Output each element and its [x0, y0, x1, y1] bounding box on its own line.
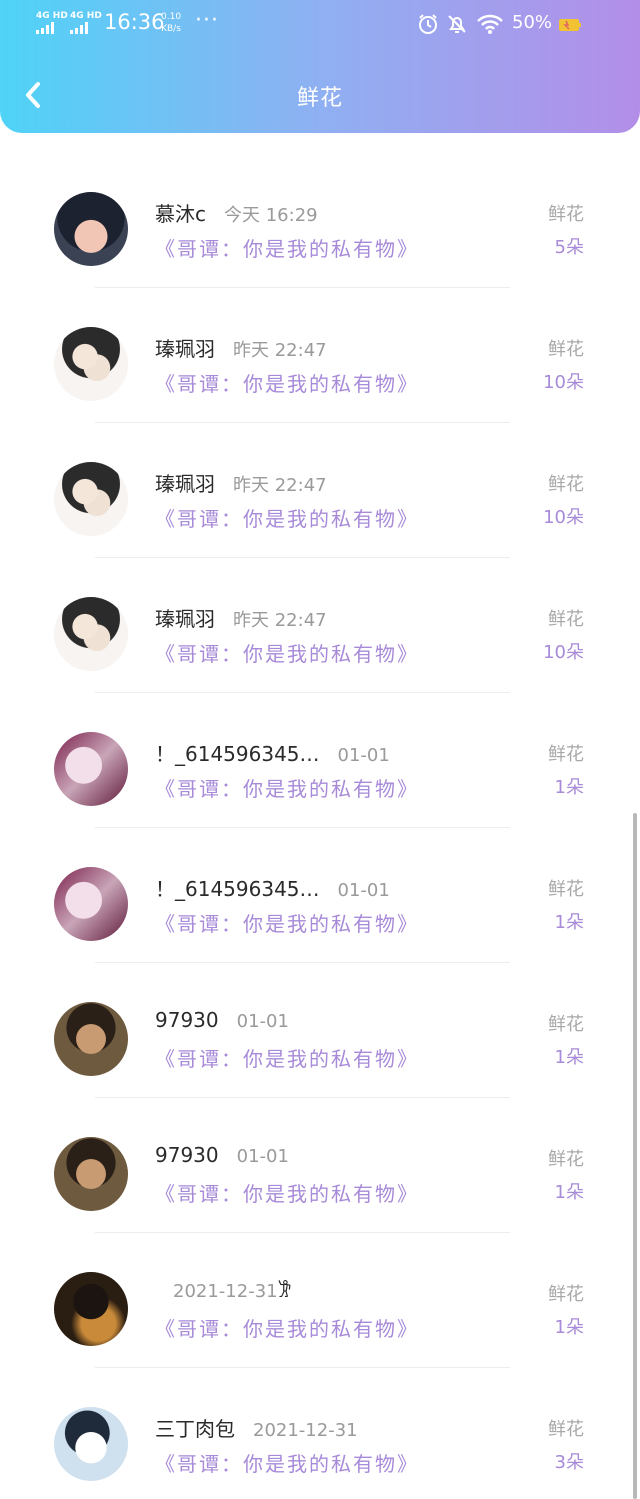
sender-name: 97930 — [155, 1143, 219, 1167]
gift-time: 昨天 22:47 — [233, 610, 327, 631]
network-speed-unit: KB/s — [161, 24, 181, 34]
gift-type: 鲜花 — [548, 1419, 584, 1440]
gift-record-list: 慕沐c 今天 16:29 《哥谭：你是我的私有物》 鲜花 5朵 瑧珮羽 昨天 22:… — [0, 153, 640, 1499]
status-bar: 4G HD 4G HD 16:36 0.10 KB/s ··· 50% — [0, 0, 640, 48]
sender-line: 三丁肉包 2021-12-31 — [155, 1413, 358, 1442]
signal-icon — [36, 22, 54, 34]
sender-name: 瑧珮羽 — [155, 472, 215, 496]
sender-line: 97930 01-01 — [155, 1143, 289, 1167]
book-title[interactable]: 《哥谭：你是我的私有物》 — [155, 1313, 419, 1342]
sender-name: ！_614596345… — [155, 742, 320, 766]
gift-count: 1朵 — [554, 1317, 584, 1338]
clock: 16:36 — [104, 10, 165, 34]
app-header: 4G HD 4G HD 16:36 0.10 KB/s ··· 50% 鲜花 — [0, 0, 640, 133]
gift-type: 鲜花 — [548, 474, 584, 495]
gift-type: 鲜花 — [548, 1014, 584, 1035]
gift-count: 3朵 — [554, 1452, 584, 1473]
gift-record-item[interactable]: 三丁肉包 2021-12-31 《哥谭：你是我的私有物》 鲜花 3朵 — [0, 1368, 640, 1499]
network-speed: 0.10 KB/s — [161, 11, 181, 35]
avatar[interactable] — [54, 462, 128, 536]
avatar[interactable] — [54, 327, 128, 401]
avatar[interactable] — [54, 597, 128, 671]
book-title[interactable]: 《哥谭：你是我的私有物》 — [155, 233, 419, 262]
avatar[interactable] — [54, 867, 128, 941]
avatar[interactable] — [54, 732, 128, 806]
sender-name: 慕沐c — [155, 202, 206, 226]
gift-time: 01-01 — [337, 880, 390, 901]
sender-name: 𐦂 — [277, 1278, 292, 1302]
more-notifications-icon: ··· — [195, 8, 219, 33]
signal-icon — [70, 22, 88, 34]
gift-record-item[interactable]: ！_614596345… 01-01 《哥谭：你是我的私有物》 鲜花 1朵 — [0, 828, 640, 963]
sender-name: 97930 — [155, 1008, 219, 1032]
sender-name: 三丁肉包 — [155, 1417, 235, 1441]
sender-line: 慕沐c 今天 16:29 — [155, 198, 318, 227]
gift-time: 昨天 22:47 — [233, 340, 327, 361]
gift-record-item[interactable]: 慕沐c 今天 16:29 《哥谭：你是我的私有物》 鲜花 5朵 — [0, 153, 640, 288]
gift-type: 鲜花 — [548, 609, 584, 630]
avatar[interactable] — [54, 1137, 128, 1211]
gift-count: 10朵 — [543, 507, 584, 528]
network-speed-value: 0.10 — [161, 12, 182, 22]
sender-line: 97930 01-01 — [155, 1008, 289, 1032]
book-title[interactable]: 《哥谭：你是我的私有物》 — [155, 908, 419, 937]
sender-line: ！_614596345… 01-01 — [155, 873, 390, 902]
sender-line: 瑧珮羽 昨天 22:47 — [155, 333, 327, 362]
gift-record-item[interactable]: ！_614596345… 01-01 《哥谭：你是我的私有物》 鲜花 1朵 — [0, 693, 640, 828]
book-title[interactable]: 《哥谭：你是我的私有物》 — [155, 1448, 419, 1477]
sender-name: 瑧珮羽 — [155, 337, 215, 361]
gift-record-item[interactable]: 97930 01-01 《哥谭：你是我的私有物》 鲜花 1朵 — [0, 1098, 640, 1233]
wifi-icon — [477, 14, 503, 34]
battery-icon — [559, 19, 581, 31]
gift-time: 01-01 — [337, 745, 390, 766]
gift-count: 5朵 — [554, 237, 584, 258]
book-title[interactable]: 《哥谭：你是我的私有物》 — [155, 773, 419, 802]
gift-count: 10朵 — [543, 372, 584, 393]
book-title[interactable]: 《哥谭：你是我的私有物》 — [155, 1043, 419, 1072]
gift-record-item[interactable]: 瑧珮羽 昨天 22:47 《哥谭：你是我的私有物》 鲜花 10朵 — [0, 288, 640, 423]
sender-name: ！_614596345… — [155, 877, 320, 901]
sender-name: 瑧珮羽 — [155, 607, 215, 631]
gift-record-item[interactable]: 瑧珮羽 昨天 22:47 《哥谭：你是我的私有物》 鲜花 10朵 — [0, 558, 640, 693]
gift-type: 鲜花 — [548, 204, 584, 225]
gift-count: 10朵 — [543, 642, 584, 663]
avatar[interactable] — [54, 192, 128, 266]
gift-record-item[interactable]: 瑧珮羽 昨天 22:47 《哥谭：你是我的私有物》 鲜花 10朵 — [0, 423, 640, 558]
gift-type: 鲜花 — [548, 339, 584, 360]
battery-percent: 50% — [512, 12, 553, 33]
gift-type: 鲜花 — [548, 879, 584, 900]
sender-line: 瑧珮羽 昨天 22:47 — [155, 603, 327, 632]
scrollbar[interactable] — [633, 813, 637, 1499]
gift-type: 鲜花 — [548, 744, 584, 765]
gift-count: 1朵 — [554, 1047, 584, 1068]
book-title[interactable]: 《哥谭：你是我的私有物》 — [155, 638, 419, 667]
gift-count: 1朵 — [554, 912, 584, 933]
network-label-2: 4G HD — [70, 11, 102, 21]
mute-bell-icon — [448, 15, 466, 33]
gift-record-item[interactable]: 97930 01-01 《哥谭：你是我的私有物》 鲜花 1朵 — [0, 963, 640, 1098]
gift-time: 2021-12-31 — [253, 1420, 358, 1441]
gift-time: 01-01 — [236, 1011, 289, 1032]
gift-type: 鲜花 — [548, 1149, 584, 1170]
gift-time: 今天 16:29 — [224, 205, 318, 226]
alarm-icon — [419, 14, 437, 34]
sender-line: 瑧珮羽 昨天 22:47 — [155, 468, 327, 497]
gift-type: 鲜花 — [548, 1284, 584, 1305]
avatar[interactable] — [54, 1272, 128, 1346]
gift-record-item[interactable]: 𐦂2021-12-31 《哥谭：你是我的私有物》 鲜花 1朵 — [0, 1233, 640, 1368]
gift-time: 2021-12-31 — [173, 1281, 278, 1302]
gift-count: 1朵 — [554, 1182, 584, 1203]
avatar[interactable] — [54, 1002, 128, 1076]
book-title[interactable]: 《哥谭：你是我的私有物》 — [155, 368, 419, 397]
book-title[interactable]: 《哥谭：你是我的私有物》 — [155, 1178, 419, 1207]
page-title: 鲜花 — [296, 86, 343, 111]
sender-line: 𐦂2021-12-31 — [155, 1278, 291, 1306]
avatar[interactable] — [54, 1407, 128, 1481]
book-title[interactable]: 《哥谭：你是我的私有物》 — [155, 503, 419, 532]
gift-count: 1朵 — [554, 777, 584, 798]
gift-time: 昨天 22:47 — [233, 475, 327, 496]
sender-line: ！_614596345… 01-01 — [155, 738, 390, 767]
gift-time: 01-01 — [236, 1146, 289, 1167]
network-label-1: 4G HD — [36, 11, 68, 21]
